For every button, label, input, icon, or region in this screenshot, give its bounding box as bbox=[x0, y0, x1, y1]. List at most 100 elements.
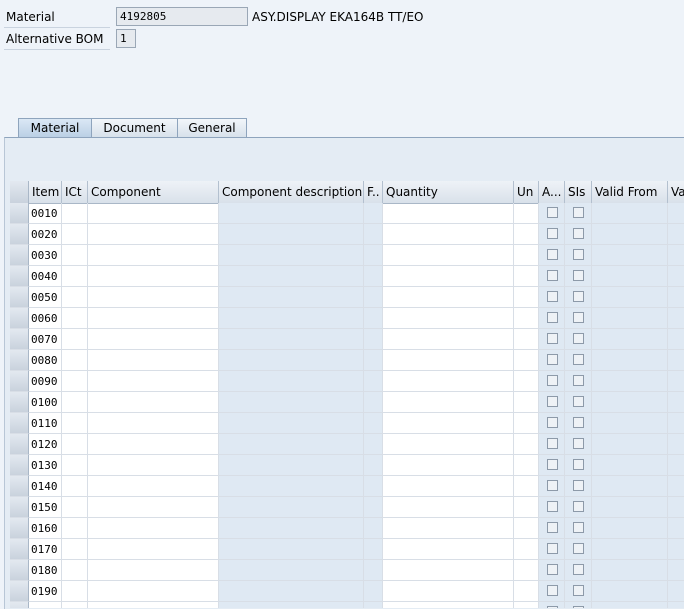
a-cell[interactable] bbox=[539, 245, 565, 266]
component-cell[interactable] bbox=[88, 497, 219, 518]
unit-cell[interactable] bbox=[514, 203, 539, 224]
quantity-cell[interactable] bbox=[383, 539, 514, 560]
valid-from-cell[interactable] bbox=[592, 455, 668, 476]
ict-cell[interactable] bbox=[62, 308, 88, 329]
checkbox[interactable] bbox=[573, 228, 584, 239]
checkbox[interactable] bbox=[573, 291, 584, 302]
item-cell[interactable]: 0110 bbox=[29, 413, 62, 434]
f-cell[interactable] bbox=[364, 287, 383, 308]
checkbox[interactable] bbox=[547, 228, 558, 239]
table-row[interactable]: 0010 bbox=[10, 203, 684, 224]
valid-to-cell[interactable] bbox=[668, 602, 684, 608]
f-cell[interactable] bbox=[364, 476, 383, 497]
component-cell[interactable] bbox=[88, 518, 219, 539]
f-cell[interactable] bbox=[364, 224, 383, 245]
a-cell[interactable] bbox=[539, 392, 565, 413]
item-cell[interactable]: 0040 bbox=[29, 266, 62, 287]
unit-cell[interactable] bbox=[514, 413, 539, 434]
column-header-valid-to[interactable]: Va bbox=[668, 181, 684, 203]
checkbox[interactable] bbox=[573, 417, 584, 428]
f-cell[interactable] bbox=[364, 455, 383, 476]
row-selector[interactable] bbox=[10, 497, 29, 518]
item-cell[interactable] bbox=[29, 602, 62, 608]
a-cell[interactable] bbox=[539, 602, 565, 608]
valid-from-cell[interactable] bbox=[592, 203, 668, 224]
component-description-cell[interactable] bbox=[219, 245, 364, 266]
component-description-cell[interactable] bbox=[219, 476, 364, 497]
quantity-cell[interactable] bbox=[383, 287, 514, 308]
checkbox[interactable] bbox=[573, 333, 584, 344]
f-cell[interactable] bbox=[364, 266, 383, 287]
quantity-cell[interactable] bbox=[383, 371, 514, 392]
ict-cell[interactable] bbox=[62, 455, 88, 476]
component-cell[interactable] bbox=[88, 266, 219, 287]
checkbox[interactable] bbox=[573, 522, 584, 533]
valid-to-cell[interactable] bbox=[668, 308, 684, 329]
sis-cell[interactable] bbox=[565, 308, 592, 329]
row-selector[interactable] bbox=[10, 308, 29, 329]
a-cell[interactable] bbox=[539, 329, 565, 350]
ict-cell[interactable] bbox=[62, 329, 88, 350]
row-selector[interactable] bbox=[10, 329, 29, 350]
quantity-cell[interactable] bbox=[383, 434, 514, 455]
ict-cell[interactable] bbox=[62, 287, 88, 308]
valid-from-cell[interactable] bbox=[592, 497, 668, 518]
row-selector[interactable] bbox=[10, 602, 29, 608]
item-cell[interactable]: 0080 bbox=[29, 350, 62, 371]
row-selector[interactable] bbox=[10, 350, 29, 371]
valid-from-cell[interactable] bbox=[592, 224, 668, 245]
valid-to-cell[interactable] bbox=[668, 371, 684, 392]
checkbox[interactable] bbox=[547, 417, 558, 428]
ict-cell[interactable] bbox=[62, 581, 88, 602]
unit-cell[interactable] bbox=[514, 329, 539, 350]
checkbox[interactable] bbox=[547, 312, 558, 323]
checkbox[interactable] bbox=[547, 249, 558, 260]
valid-from-cell[interactable] bbox=[592, 245, 668, 266]
table-row[interactable]: 0100 bbox=[10, 392, 684, 413]
sis-cell[interactable] bbox=[565, 350, 592, 371]
component-cell[interactable] bbox=[88, 392, 219, 413]
valid-to-cell[interactable] bbox=[668, 266, 684, 287]
table-row[interactable]: 0020 bbox=[10, 224, 684, 245]
quantity-cell[interactable] bbox=[383, 413, 514, 434]
component-cell[interactable] bbox=[88, 560, 219, 581]
row-selector[interactable] bbox=[10, 539, 29, 560]
component-description-cell[interactable] bbox=[219, 203, 364, 224]
a-cell[interactable] bbox=[539, 203, 565, 224]
component-description-cell[interactable] bbox=[219, 518, 364, 539]
checkbox[interactable] bbox=[547, 522, 558, 533]
component-description-cell[interactable] bbox=[219, 224, 364, 245]
column-header-sis[interactable]: SIs bbox=[565, 181, 592, 203]
component-cell[interactable] bbox=[88, 287, 219, 308]
ict-cell[interactable] bbox=[62, 434, 88, 455]
checkbox[interactable] bbox=[573, 501, 584, 512]
valid-from-cell[interactable] bbox=[592, 476, 668, 497]
component-cell[interactable] bbox=[88, 476, 219, 497]
component-cell[interactable] bbox=[88, 602, 219, 608]
item-cell[interactable]: 0010 bbox=[29, 203, 62, 224]
item-cell[interactable]: 0180 bbox=[29, 560, 62, 581]
checkbox[interactable] bbox=[573, 543, 584, 554]
checkbox[interactable] bbox=[547, 438, 558, 449]
ict-cell[interactable] bbox=[62, 371, 88, 392]
unit-cell[interactable] bbox=[514, 224, 539, 245]
valid-to-cell[interactable] bbox=[668, 497, 684, 518]
valid-from-cell[interactable] bbox=[592, 539, 668, 560]
item-cell[interactable]: 0150 bbox=[29, 497, 62, 518]
a-cell[interactable] bbox=[539, 518, 565, 539]
quantity-cell[interactable] bbox=[383, 602, 514, 608]
ict-cell[interactable] bbox=[62, 497, 88, 518]
checkbox[interactable] bbox=[547, 270, 558, 281]
a-cell[interactable] bbox=[539, 455, 565, 476]
valid-from-cell[interactable] bbox=[592, 266, 668, 287]
row-selector[interactable] bbox=[10, 287, 29, 308]
checkbox[interactable] bbox=[573, 207, 584, 218]
quantity-cell[interactable] bbox=[383, 350, 514, 371]
valid-from-cell[interactable] bbox=[592, 329, 668, 350]
ict-cell[interactable] bbox=[62, 392, 88, 413]
a-cell[interactable] bbox=[539, 560, 565, 581]
f-cell[interactable] bbox=[364, 413, 383, 434]
checkbox[interactable] bbox=[573, 249, 584, 260]
tab-general[interactable]: General bbox=[177, 118, 247, 138]
table-row[interactable]: 0160 bbox=[10, 518, 684, 539]
